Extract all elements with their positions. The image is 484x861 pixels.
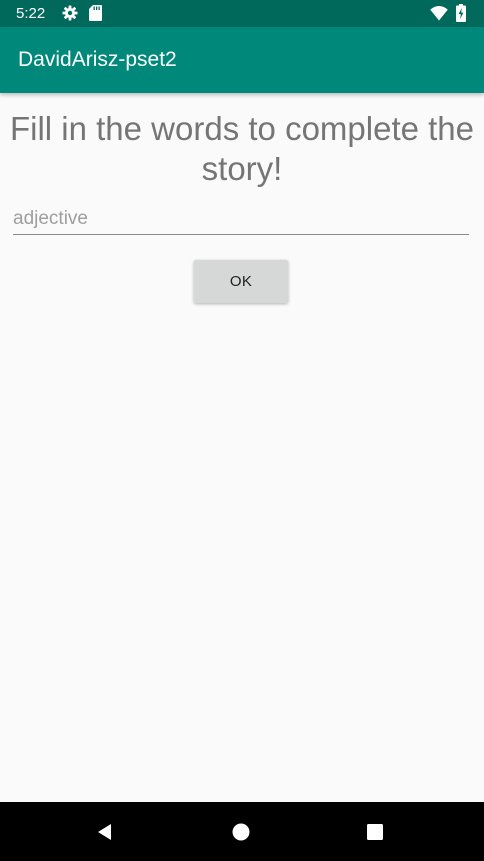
page-heading: Fill in the words to complete the story! <box>9 110 475 187</box>
navigation-bar <box>0 802 484 861</box>
adjective-input[interactable] <box>13 203 469 235</box>
status-time: 5:22 <box>16 5 46 22</box>
wifi-icon <box>430 5 448 21</box>
app-bar: DavidArisz-pset2 <box>0 27 484 93</box>
sd-card-icon <box>89 5 102 21</box>
gear-icon <box>62 5 78 21</box>
battery-charging-icon <box>456 4 466 22</box>
app-title: DavidArisz-pset2 <box>18 48 177 71</box>
recents-icon[interactable] <box>364 821 386 843</box>
home-icon[interactable] <box>230 821 252 843</box>
screen: 5:22 DavidArisz-pset2 Fill in the words … <box>0 0 484 861</box>
status-bar: 5:22 <box>0 0 484 27</box>
back-icon[interactable] <box>95 821 117 843</box>
ok-button[interactable]: OK <box>194 260 288 303</box>
